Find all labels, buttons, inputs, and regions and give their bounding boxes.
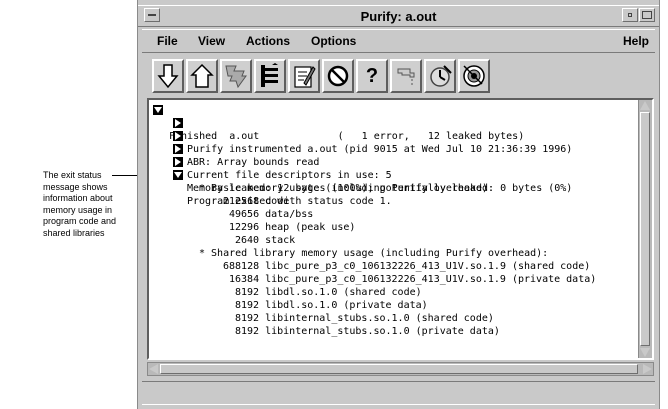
- minimize-button[interactable]: [622, 8, 638, 22]
- tree-detail-line: 8192 libinternal_stubs.so.1.0 (shared co…: [235, 313, 494, 324]
- target-button[interactable]: [458, 59, 490, 93]
- clock-icon: [430, 65, 452, 87]
- menu-file[interactable]: File: [157, 34, 178, 48]
- minimize-icon: [628, 13, 632, 17]
- house-icon: [190, 63, 214, 88]
- tree-detail-line: 212568 code: [223, 196, 290, 207]
- tree-detail-line: * Shared library memory usage (including…: [199, 248, 549, 259]
- menu-help[interactable]: Help: [623, 34, 649, 48]
- scroll-up-arrow-icon[interactable]: [640, 101, 650, 110]
- expand-triangle-icon[interactable]: [173, 131, 183, 141]
- leaks-button[interactable]: [390, 59, 422, 93]
- vertical-scroll-thumb[interactable]: [640, 112, 650, 346]
- expand-triangle-icon[interactable]: [173, 157, 183, 167]
- expand-tree-icon: [225, 65, 247, 89]
- collapse-triangle-icon[interactable]: [173, 170, 183, 180]
- tree-detail-line: 688128 libc_pure_p3_c0_106132226_413_U1V…: [223, 261, 591, 272]
- window-title: Purify: a.out: [360, 9, 437, 24]
- purify-window: Purify: a.out File View Actions Options …: [137, 0, 660, 409]
- tree-row-abr[interactable]: ABR: Array bounds read: [173, 130, 319, 168]
- next-message-button[interactable]: [152, 59, 184, 93]
- edit-icon: [294, 66, 316, 88]
- tree-detail-line: 2640 stack: [235, 235, 296, 246]
- tree-detail-line: 12296 heap (peak use): [229, 222, 356, 233]
- title-bar: Purify: a.out: [138, 5, 659, 27]
- horizontal-scrollbar[interactable]: [147, 362, 654, 376]
- edit-button[interactable]: [288, 59, 320, 93]
- message-list: Finished a.out ( 1 error, 12 leaked byte…: [147, 98, 654, 360]
- menu-bar: File View Actions Options Help: [142, 29, 655, 53]
- tree-detail-line: 8192 libdl.so.1.0 (private data): [235, 300, 428, 311]
- stop-icon: [327, 65, 349, 87]
- tree-detail-line: * Basic memory usage (including Purify o…: [199, 183, 495, 194]
- tree-row-file-descriptors[interactable]: Current file descriptors in use: 5: [173, 143, 392, 181]
- expand-triangle-icon[interactable]: [173, 118, 183, 128]
- menu-actions[interactable]: Actions: [246, 34, 290, 48]
- scroll-down-arrow-icon[interactable]: [640, 348, 650, 357]
- row-text: Program exited with status code 1.: [187, 196, 392, 207]
- tree-row-memory-leaked[interactable]: Memory leaked: 12 bytes (100%); potentia…: [173, 156, 572, 194]
- menu-options[interactable]: Options: [311, 34, 356, 48]
- tree-detail-line: 49656 data/bss: [229, 209, 314, 220]
- tree-row-instrumented[interactable]: Purify instrumented a.out (pid 9015 at W…: [173, 117, 572, 155]
- bulls-eye-icon: [463, 65, 485, 87]
- home-button[interactable]: [186, 59, 218, 93]
- help-button[interactable]: ?: [356, 59, 388, 93]
- maximize-button[interactable]: [639, 8, 655, 22]
- horizontal-scroll-thumb[interactable]: [160, 364, 638, 374]
- tree-row-exit-status[interactable]: Program exited with status code 1.: [173, 169, 392, 207]
- help-icon: ?: [365, 64, 379, 87]
- status-bar: [142, 381, 655, 405]
- scroll-right-arrow-icon[interactable]: [643, 364, 652, 374]
- menu-view[interactable]: View: [198, 34, 225, 48]
- collapse-button[interactable]: [254, 59, 286, 93]
- expand-button[interactable]: [220, 59, 252, 93]
- expand-triangle-icon[interactable]: [173, 144, 183, 154]
- tap-icon: [397, 68, 415, 85]
- row-text: Finished a.out ( 1 error, 12 leaked byte…: [169, 131, 525, 142]
- tree-detail-line: 16384 libc_pure_p3_c0_106132226_413_U1V.…: [229, 274, 597, 285]
- timer-button[interactable]: [424, 59, 456, 93]
- row-text: Purify instrumented a.out (pid 9015 at W…: [187, 144, 573, 155]
- tree-detail-line: 8192 libdl.so.1.0 (shared code): [235, 287, 422, 298]
- tree-row-finished[interactable]: Finished a.out ( 1 error, 12 leaked byte…: [153, 104, 524, 142]
- callout-annotation: The exit status message shows informatio…: [43, 170, 117, 238]
- tree-detail-line: 8192 libinternal_stubs.so.1.0 (private d…: [235, 326, 500, 337]
- collapse-triangle-icon[interactable]: [153, 105, 163, 115]
- suppress-button[interactable]: [322, 59, 354, 93]
- vertical-scrollbar[interactable]: [638, 100, 652, 358]
- arrow-down-icon: [157, 64, 179, 89]
- scroll-left-arrow-icon[interactable]: [149, 364, 158, 374]
- maximize-icon: [642, 11, 652, 19]
- collapse-tree-icon: [261, 63, 278, 87]
